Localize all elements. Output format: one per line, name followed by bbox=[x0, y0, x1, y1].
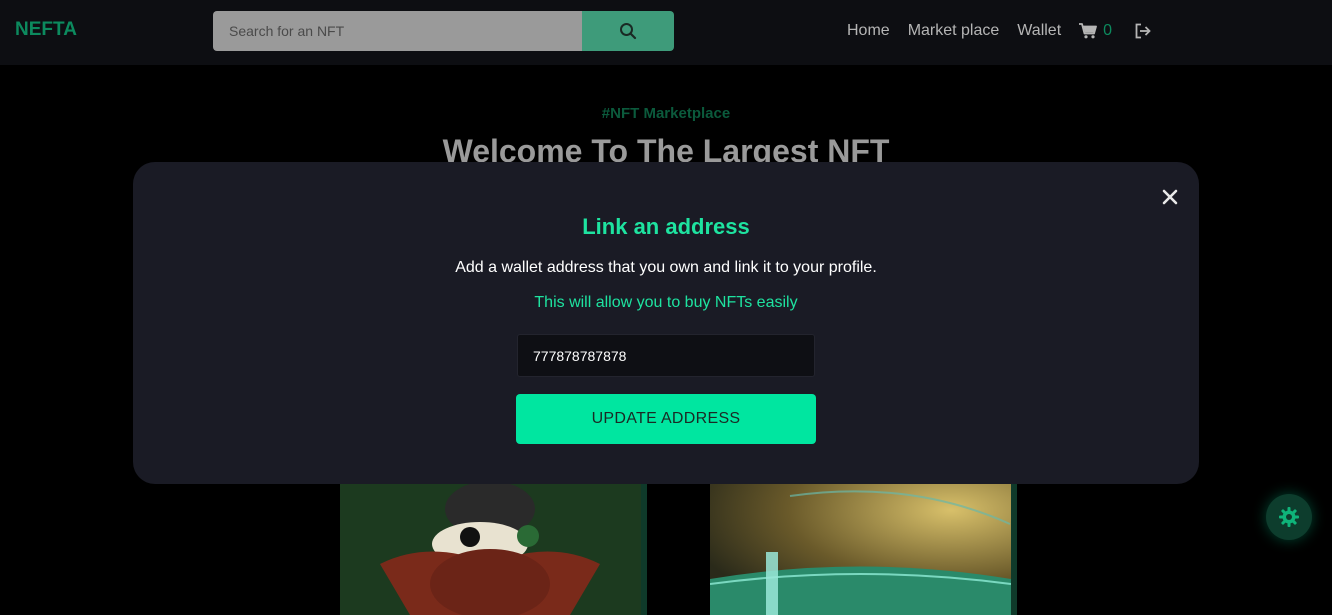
cart-count: 0 bbox=[1103, 22, 1113, 39]
modal-title: Link an address bbox=[582, 214, 750, 239]
navbar: NEFTA Home Market place Wallet 0 bbox=[0, 0, 1332, 65]
nav-wallet-link[interactable]: Wallet bbox=[1017, 22, 1061, 40]
modal-description: Add a wallet address that you own and li… bbox=[455, 259, 877, 276]
nft-card-image[interactable] bbox=[340, 484, 647, 615]
search-input[interactable] bbox=[213, 11, 582, 51]
update-address-button[interactable]: UPDATE ADDRESS bbox=[516, 394, 816, 444]
link-address-modal: Link an address Add a wallet address tha… bbox=[133, 162, 1199, 484]
modal-note: This will allow you to buy NFTs easily bbox=[534, 294, 798, 311]
cart-button[interactable]: 0 bbox=[1079, 22, 1112, 40]
nft-artwork-space bbox=[710, 484, 1011, 615]
logout-button[interactable] bbox=[1134, 23, 1152, 39]
hero-tag: #NFT Marketplace bbox=[601, 105, 731, 122]
nav-marketplace-link[interactable]: Market place bbox=[908, 22, 1000, 40]
cart-icon bbox=[1079, 23, 1098, 39]
nav-home-link[interactable]: Home bbox=[847, 22, 890, 40]
nav-links: Home Market place Wallet 0 bbox=[847, 20, 1152, 42]
close-icon bbox=[1162, 189, 1178, 205]
wallet-address-input[interactable] bbox=[517, 334, 815, 377]
nft-card-image[interactable] bbox=[710, 484, 1017, 615]
search-button[interactable] bbox=[582, 11, 674, 51]
gear-icon bbox=[1279, 507, 1299, 527]
nft-artwork-creature bbox=[340, 484, 641, 615]
settings-button[interactable] bbox=[1266, 494, 1312, 540]
logout-icon bbox=[1135, 23, 1151, 39]
brand-logo[interactable]: NEFTA bbox=[15, 19, 77, 41]
search-icon bbox=[620, 23, 637, 40]
close-button[interactable] bbox=[1161, 188, 1179, 206]
search-bar bbox=[213, 11, 674, 51]
